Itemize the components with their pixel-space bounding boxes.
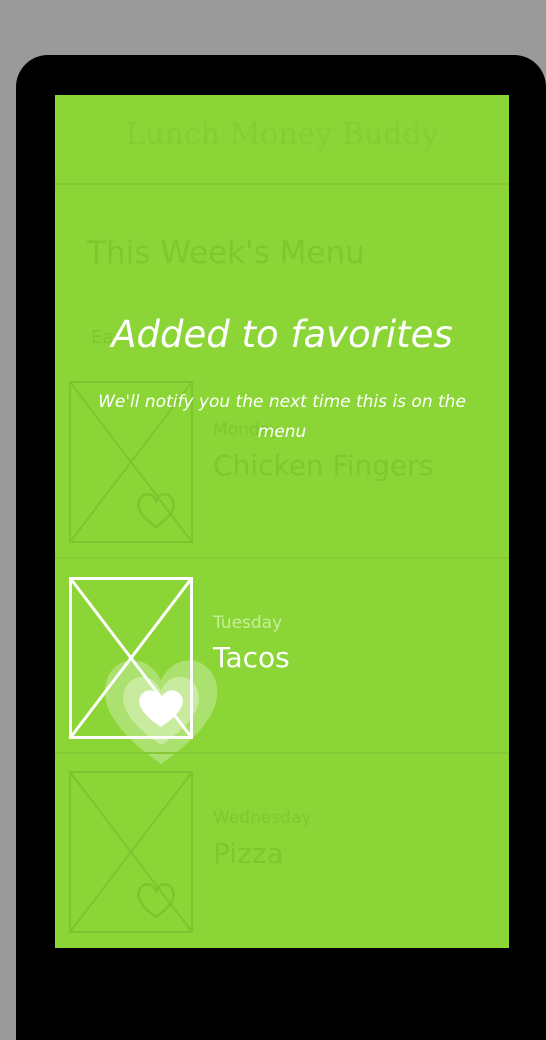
heart-icon[interactable] <box>135 880 177 920</box>
dish-label: Pizza <box>213 837 284 870</box>
row-divider <box>55 752 509 754</box>
app-title: Lunch Money Buddy <box>125 117 439 152</box>
toast-message: We'll notify you the next time this is o… <box>98 392 466 442</box>
divider <box>55 183 509 185</box>
heart-icon[interactable] <box>97 651 225 767</box>
dish-label: Tacos <box>213 641 290 674</box>
day-label: Tuesday <box>213 613 283 633</box>
row-divider <box>55 557 509 559</box>
heart-icon[interactable] <box>135 490 177 530</box>
day-label: Wednesday <box>213 808 312 828</box>
toast-title: Added to favorites <box>111 313 453 356</box>
menu-heading: This Week's Menu <box>87 235 365 271</box>
app-screen: Lunch Money Buddy This Week's Menu Ea Mo… <box>55 95 509 948</box>
dish-label: Chicken Fingers <box>213 449 434 482</box>
